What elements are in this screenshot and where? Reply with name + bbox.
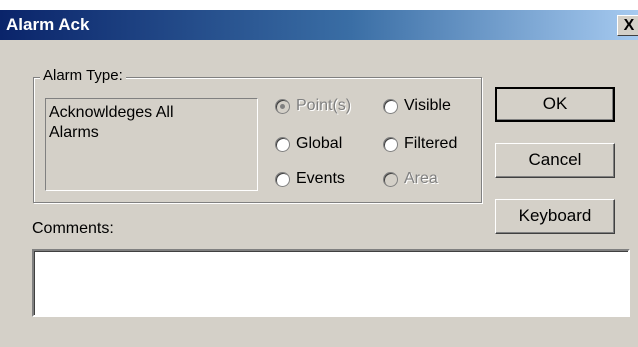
radio-circle xyxy=(275,98,290,114)
keyboard-button[interactable]: Keyboard xyxy=(495,199,615,234)
radio-area[interactable]: Area xyxy=(383,169,438,189)
comments-label: Comments: xyxy=(32,220,114,237)
title-bar[interactable]: Alarm Ack X xyxy=(0,10,638,40)
radio-points[interactable]: Point(s) xyxy=(275,96,351,116)
radio-events-label: Events xyxy=(296,170,345,187)
radio-circle xyxy=(383,136,398,152)
radio-global-label: Global xyxy=(296,135,343,152)
close-button[interactable]: X xyxy=(617,15,638,36)
radio-filtered-label: Filtered xyxy=(404,135,458,152)
radio-filtered[interactable]: Filtered xyxy=(383,134,457,154)
radio-circle xyxy=(383,171,398,187)
radio-circle xyxy=(275,136,290,152)
radio-visible-label: Visible xyxy=(404,97,451,114)
ok-button[interactable]: OK xyxy=(495,87,615,122)
radio-events[interactable]: Events xyxy=(275,169,345,189)
radio-area-label: Area xyxy=(404,170,438,187)
radio-circle xyxy=(383,98,398,114)
alarm-type-description: Acknowldeges All Alarms xyxy=(45,98,258,191)
close-icon: X xyxy=(623,17,635,34)
comments-field[interactable] xyxy=(32,249,630,317)
alarm-type-legend: Alarm Type: xyxy=(40,67,126,84)
radio-points-label: Point(s) xyxy=(296,97,352,114)
radio-circle xyxy=(275,171,290,187)
cancel-button[interactable]: Cancel xyxy=(495,143,615,178)
window-title: Alarm Ack xyxy=(6,15,90,34)
radio-global[interactable]: Global xyxy=(275,134,342,154)
radio-visible[interactable]: Visible xyxy=(383,96,451,116)
